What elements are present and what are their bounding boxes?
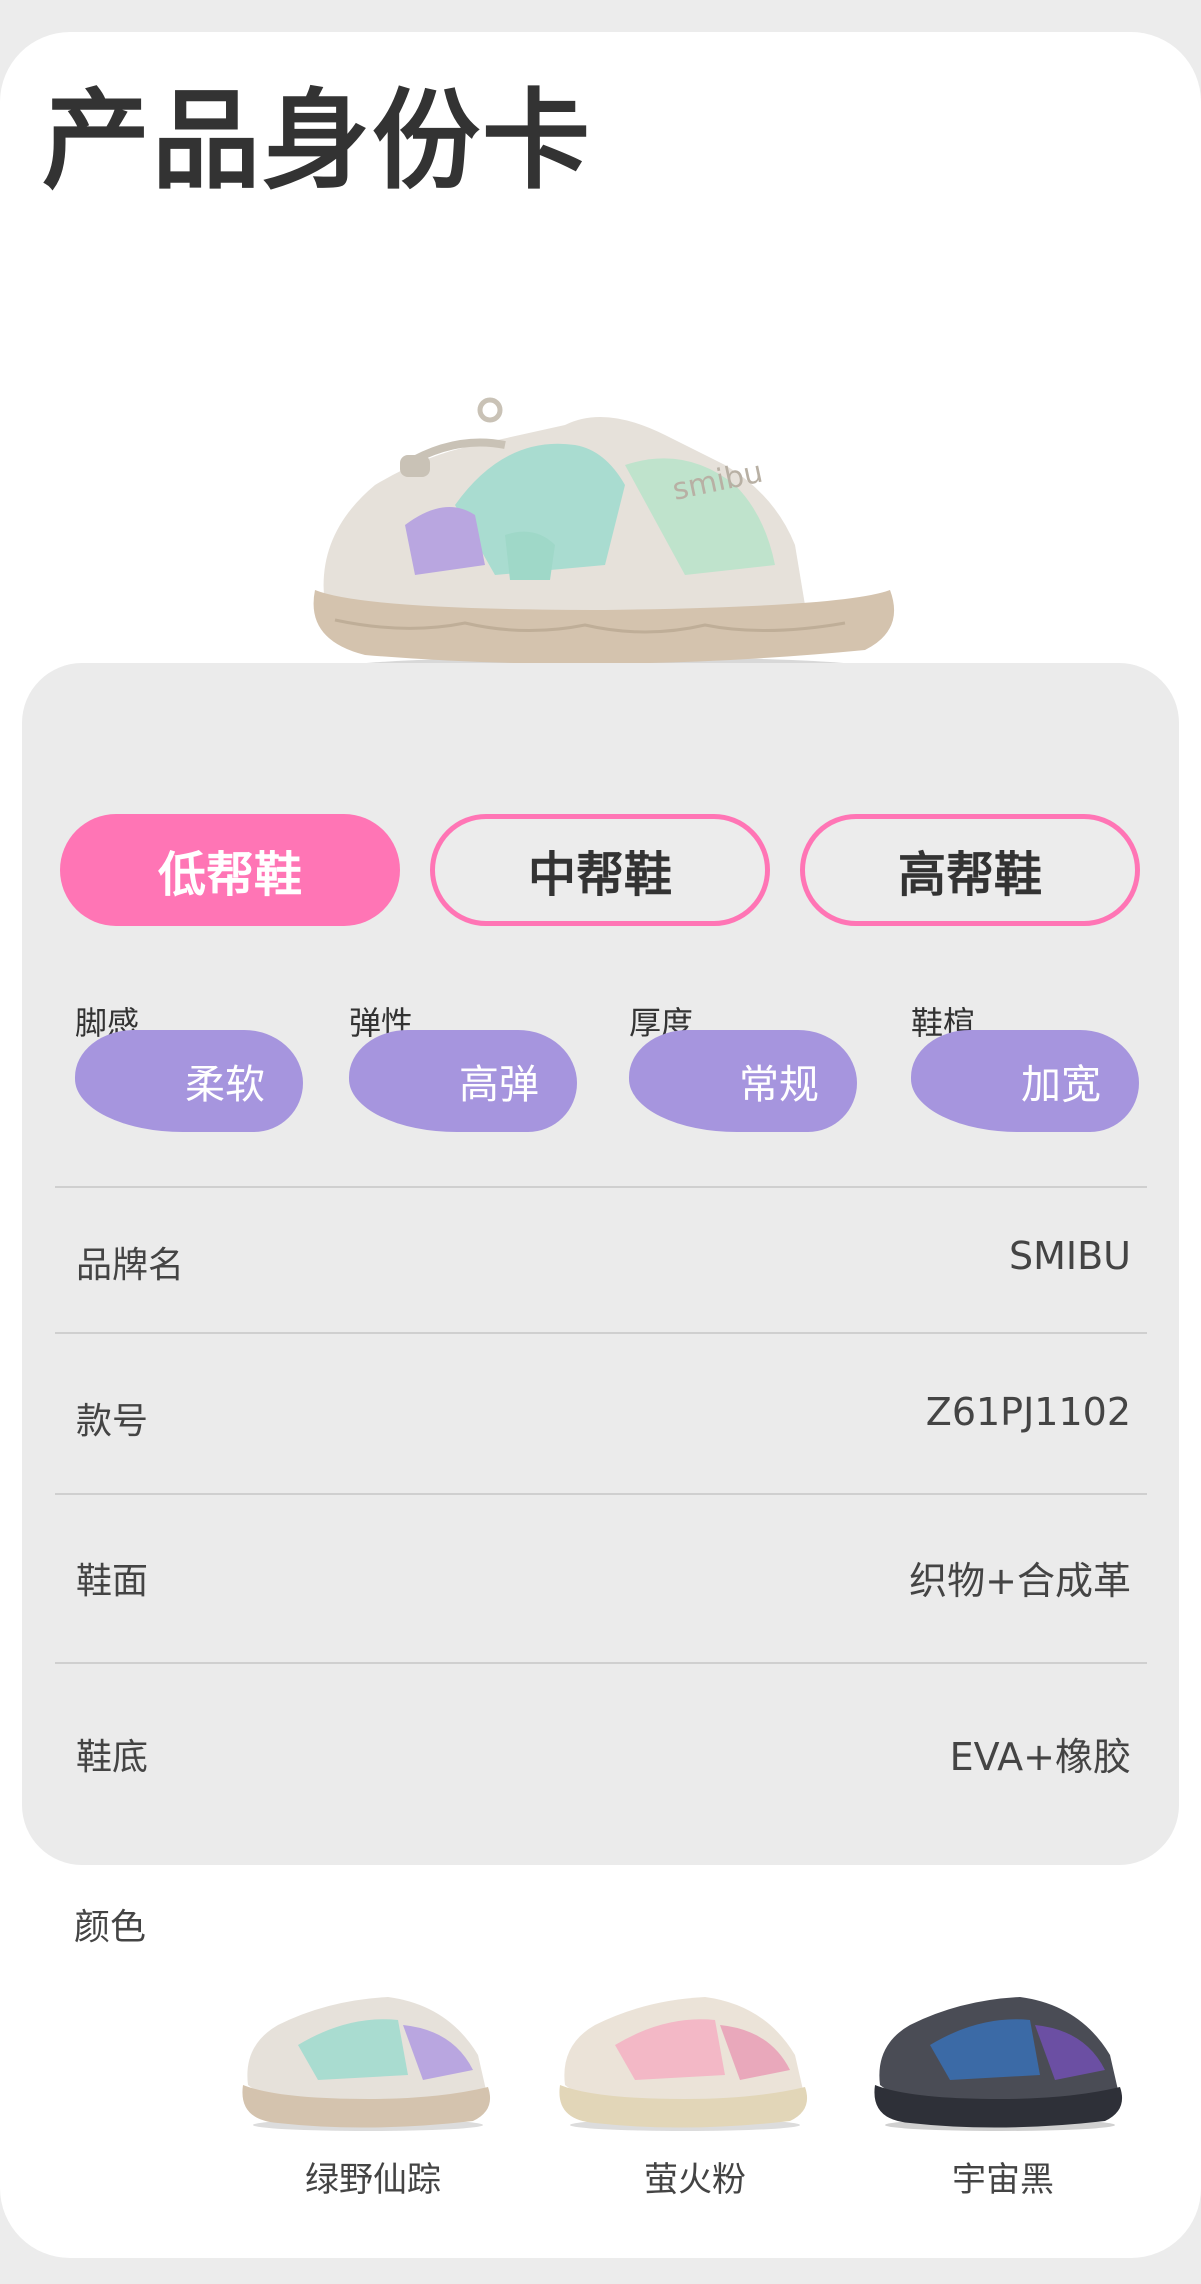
color-option-pink-image[interactable] bbox=[555, 1975, 815, 2135]
tab-high-top[interactable]: 高帮鞋 bbox=[800, 814, 1140, 926]
color-option-black-image[interactable] bbox=[870, 1975, 1130, 2135]
spec-label-sole: 鞋底 bbox=[76, 1737, 149, 1778]
attribute-value-elasticity: 高弹 bbox=[349, 1030, 577, 1132]
product-image: smibu bbox=[313, 397, 895, 677]
attribute-value-feel: 柔软 bbox=[75, 1030, 303, 1132]
spec-label-upper: 鞋面 bbox=[76, 1561, 149, 1602]
spec-label-style-no: 款号 bbox=[76, 1401, 149, 1442]
spec-value-upper: 织物+合成革 bbox=[909, 1559, 1131, 1603]
divider bbox=[55, 1186, 1147, 1188]
color-option-black-label[interactable]: 宇宙黑 bbox=[873, 2152, 1133, 2201]
spec-value-brand: SMIBU bbox=[1009, 1234, 1131, 1278]
color-section-label: 颜色 bbox=[74, 1907, 147, 1948]
tab-mid-top[interactable]: 中帮鞋 bbox=[430, 814, 770, 926]
tab-low-top[interactable]: 低帮鞋 bbox=[60, 814, 400, 926]
spec-value-sole: EVA+橡胶 bbox=[949, 1735, 1131, 1779]
attribute-value-thickness: 常规 bbox=[629, 1030, 857, 1132]
divider bbox=[55, 1662, 1147, 1664]
page-title: 产品身份卡 bbox=[42, 79, 593, 204]
attribute-value-last: 加宽 bbox=[911, 1030, 1139, 1132]
color-option-green-image[interactable] bbox=[238, 1975, 498, 2135]
color-option-pink-label[interactable]: 萤火粉 bbox=[565, 2152, 825, 2201]
spec-value-style-no: Z61PJ1102 bbox=[925, 1390, 1131, 1434]
divider bbox=[55, 1332, 1147, 1334]
spec-label-brand: 品牌名 bbox=[76, 1245, 185, 1286]
divider bbox=[55, 1493, 1147, 1495]
color-option-green-label[interactable]: 绿野仙踪 bbox=[243, 2152, 503, 2201]
